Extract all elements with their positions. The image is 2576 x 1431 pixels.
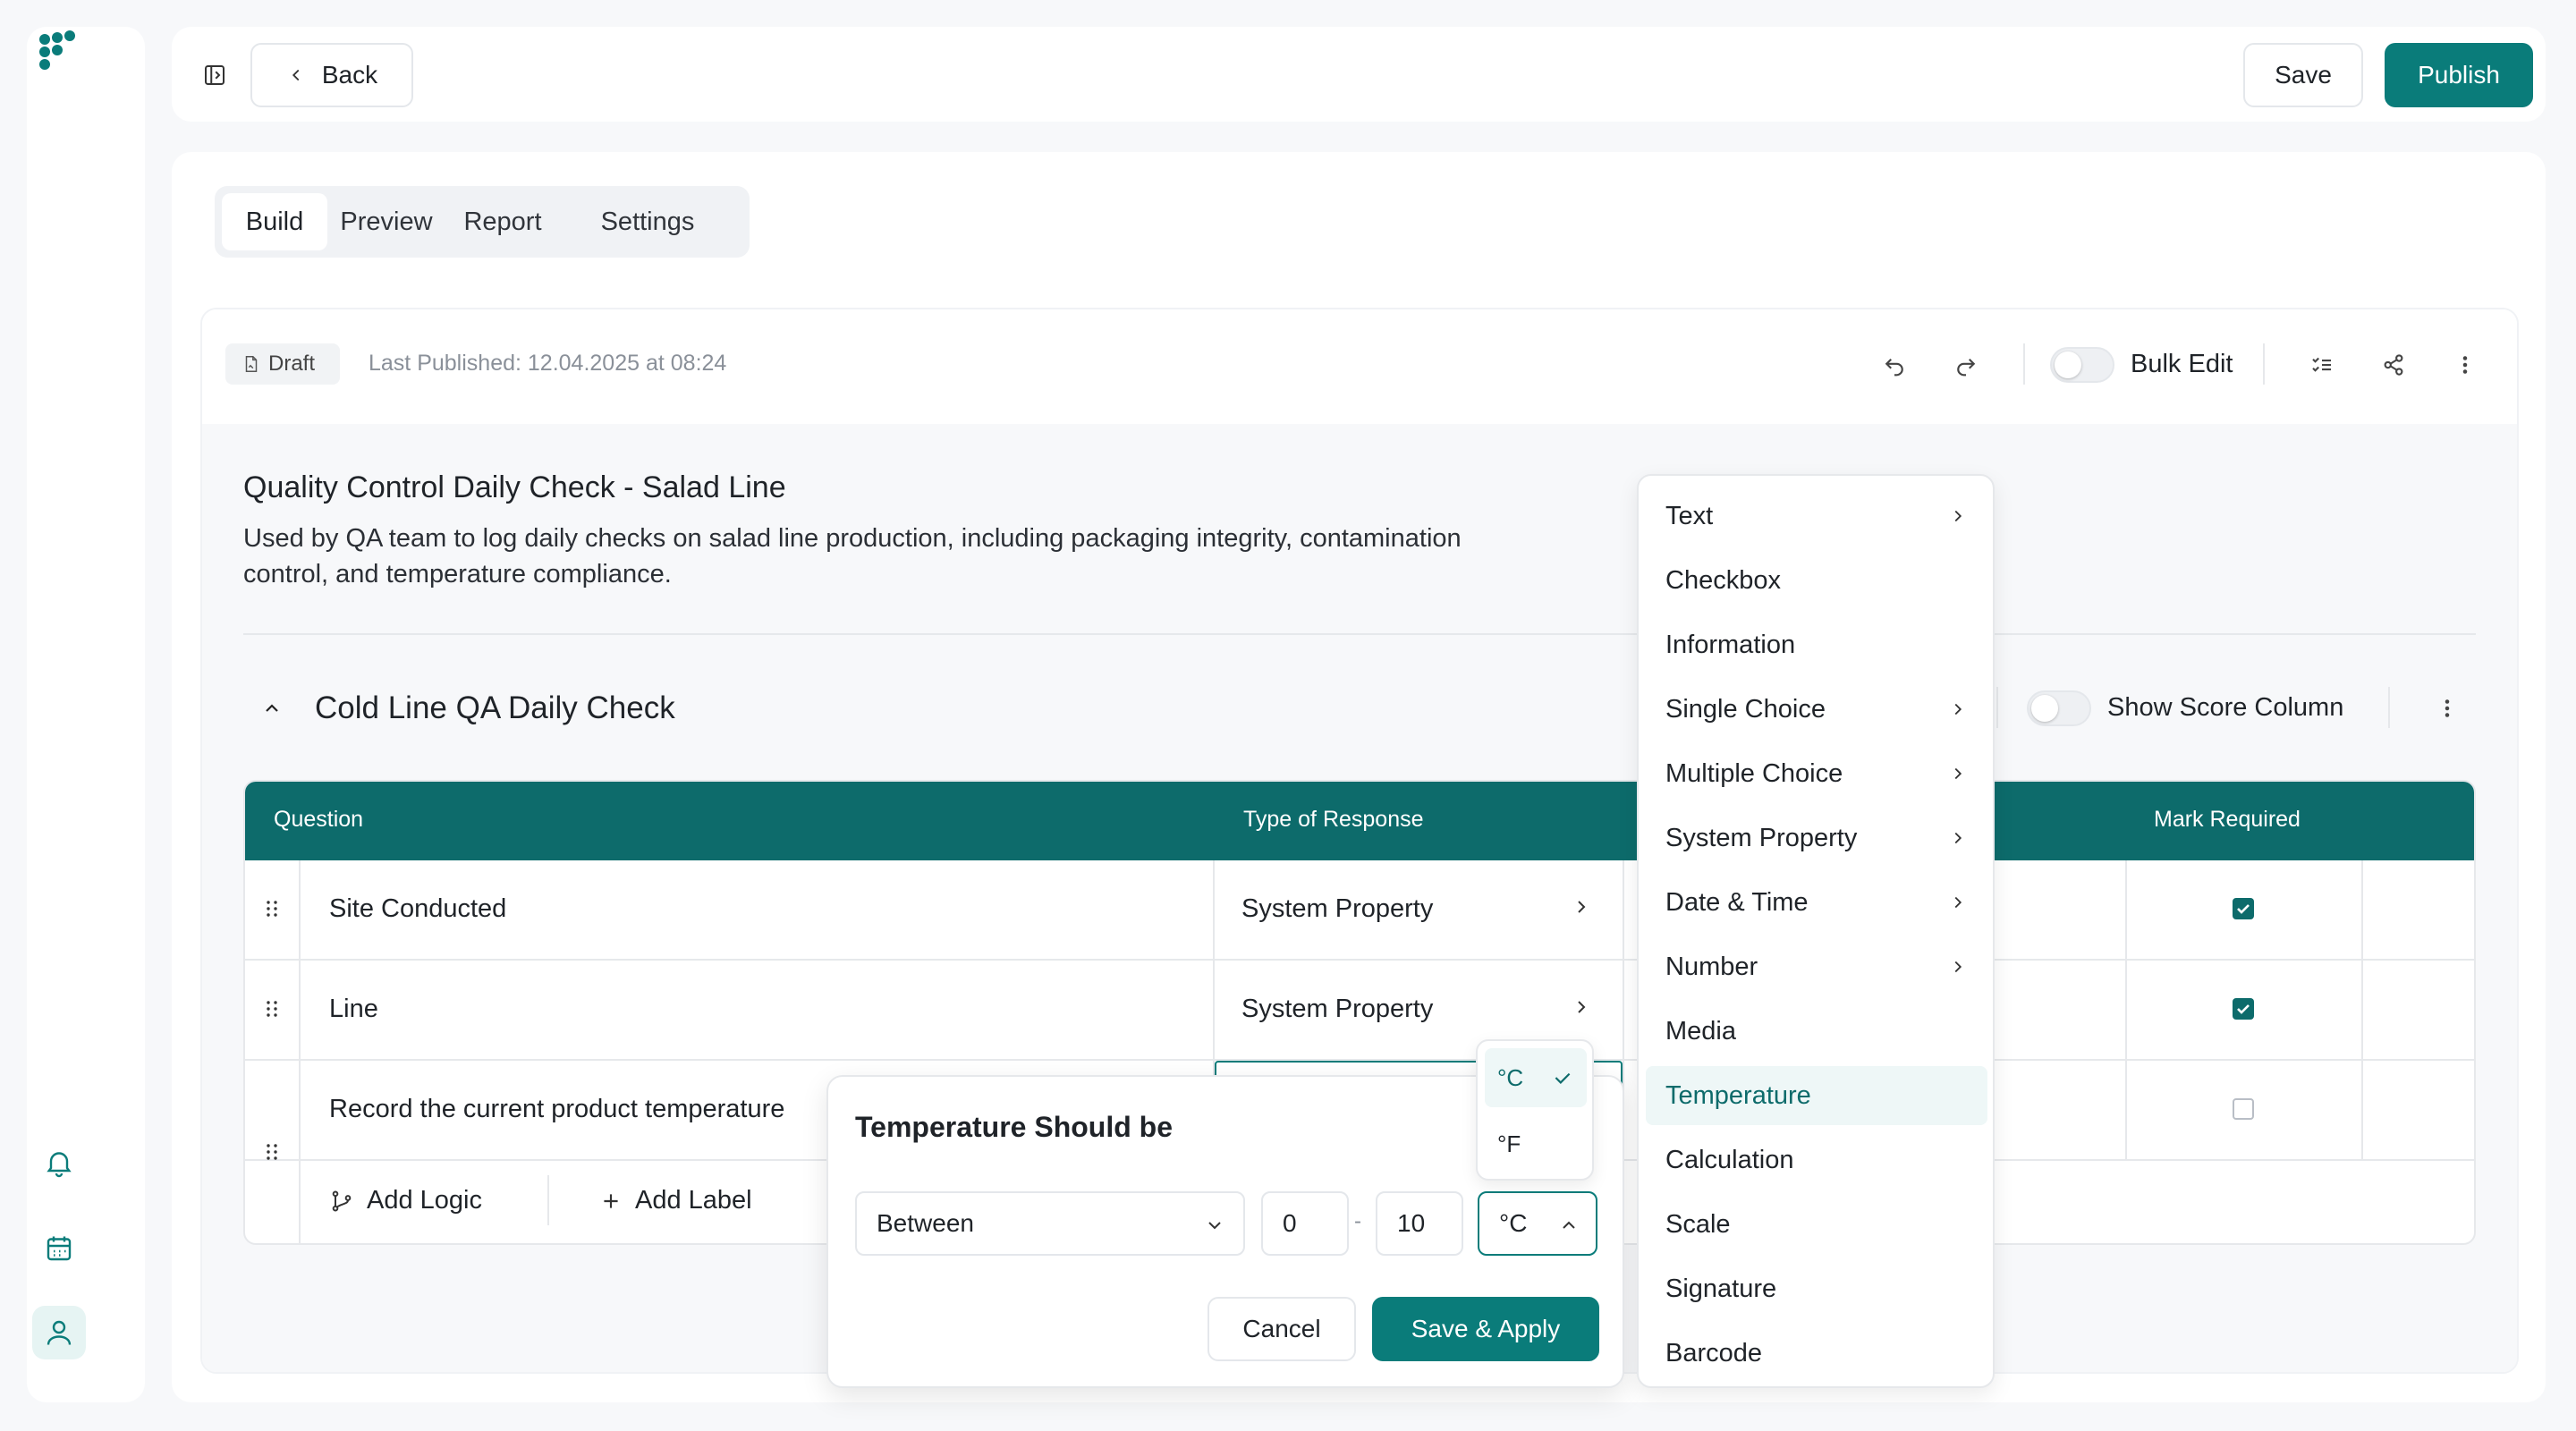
tab-preview[interactable]: Preview [333, 193, 440, 250]
divider [2023, 343, 2025, 385]
back-button[interactable]: Back [250, 43, 413, 107]
question-text[interactable]: Line [329, 995, 378, 1024]
plus-icon [604, 1193, 618, 1208]
redo-icon[interactable] [1946, 345, 1986, 385]
chevron-left-icon [292, 69, 300, 81]
drag-handle-icon[interactable] [261, 998, 283, 1020]
save-button[interactable]: Save [2243, 43, 2363, 107]
user-icon[interactable] [32, 1306, 86, 1359]
unit-dropdown: °C °F [1476, 1039, 1594, 1181]
tab-bar: Build Preview Report Settings [215, 186, 750, 258]
divider [1996, 687, 1998, 728]
status-badge: Draft [225, 343, 340, 385]
max-input[interactable]: 10 [1376, 1191, 1463, 1256]
more-vertical-icon[interactable] [2445, 345, 2485, 385]
bulk-edit-toggle[interactable] [2050, 347, 2114, 383]
header-type: Type of Response [1243, 807, 1424, 832]
save-apply-button[interactable]: Save & Apply [1372, 1297, 1599, 1361]
sidebar [27, 27, 145, 1402]
form-description-line2[interactable]: control, and temperature compliance. [243, 560, 672, 589]
menu-item-media[interactable]: Media [1646, 1002, 1987, 1061]
divider [2388, 687, 2390, 728]
header-question: Question [274, 807, 364, 832]
header-required: Mark Required [2154, 807, 2301, 832]
form-title[interactable]: Quality Control Daily Check - Salad Line [243, 470, 786, 505]
bulk-edit-label: Bulk Edit [2131, 350, 2233, 378]
show-score-toggle[interactable] [2027, 690, 2091, 726]
menu-item-checkbox[interactable]: Checkbox [1646, 551, 1987, 610]
cancel-button[interactable]: Cancel [1208, 1297, 1356, 1361]
chevron-right-icon [1954, 896, 1962, 909]
menu-item-number[interactable]: Number [1646, 937, 1987, 996]
question-text[interactable]: Record the current product temperature [329, 1095, 784, 1124]
publish-label: Publish [2418, 61, 2500, 89]
divider [243, 633, 2476, 635]
menu-item-single-choice[interactable]: Single Choice [1646, 680, 1987, 739]
add-label-button[interactable]: Add Label [599, 1186, 752, 1215]
logo-dots-icon[interactable] [32, 27, 86, 80]
chevron-right-icon [1954, 510, 1962, 522]
logic-branch-icon [332, 1190, 352, 1211]
document-icon [245, 356, 258, 372]
top-bar [172, 27, 2546, 122]
menu-item-date-time[interactable]: Date & Time [1646, 873, 1987, 932]
response-type[interactable]: System Property [1241, 995, 1433, 1024]
show-score-label: Show Score Column [2107, 693, 2344, 722]
chevron-right-icon [1954, 703, 1962, 716]
checklist-icon[interactable] [2302, 345, 2342, 385]
menu-item-text[interactable]: Text [1646, 487, 1987, 546]
required-checkbox[interactable] [2233, 998, 2254, 1020]
menu-item-system-property[interactable]: System Property [1646, 809, 1987, 868]
last-published-text: Last Published: 12.04.2025 at 08:24 [369, 351, 727, 376]
popup-title: Temperature Should be [855, 1111, 1174, 1143]
question-text[interactable]: Site Conducted [329, 894, 506, 924]
menu-item-signature[interactable]: Signature [1646, 1259, 1987, 1318]
range-separator: - [1354, 1209, 1361, 1233]
menu-item-calculation[interactable]: Calculation [1646, 1130, 1987, 1190]
unit-option-fahrenheit[interactable]: °F [1485, 1114, 1587, 1173]
response-type-menu: Text Checkbox Information Single Choice … [1637, 474, 1995, 1388]
chevron-up-icon[interactable] [252, 689, 292, 728]
chevron-right-icon[interactable] [1571, 996, 1592, 1018]
check-icon [1555, 1072, 1571, 1084]
collapse-sidebar-icon[interactable] [195, 55, 234, 95]
menu-item-multiple-choice[interactable]: Multiple Choice [1646, 744, 1987, 803]
section-title[interactable]: Cold Line QA Daily Check [315, 690, 675, 726]
chevron-right-icon[interactable] [1571, 896, 1592, 918]
required-checkbox[interactable] [2233, 1098, 2254, 1120]
tab-build[interactable]: Build [222, 193, 327, 250]
form-description-line1[interactable]: Used by QA team to log daily checks on s… [243, 524, 1462, 554]
back-label: Back [321, 61, 378, 89]
menu-item-scale[interactable]: Scale [1646, 1195, 1987, 1254]
calendar-icon[interactable] [32, 1222, 86, 1275]
response-type[interactable]: System Property [1241, 894, 1433, 924]
unit-select[interactable]: °C [1478, 1191, 1597, 1256]
undo-icon[interactable] [1875, 345, 1914, 385]
bell-icon[interactable] [32, 1136, 86, 1190]
chevron-down-icon [1208, 1222, 1221, 1230]
divider [2263, 343, 2265, 385]
table-header: Question Type of Response Mark Required [245, 782, 2474, 860]
chevron-right-icon [1954, 961, 1962, 973]
min-input[interactable]: 0 [1261, 1191, 1349, 1256]
tab-settings[interactable]: Settings [558, 193, 737, 250]
save-label: Save [2275, 61, 2332, 89]
condition-select[interactable]: Between [855, 1191, 1245, 1256]
menu-item-barcode[interactable]: Barcode [1646, 1324, 1987, 1383]
publish-button[interactable]: Publish [2385, 43, 2533, 107]
chevron-up-icon [1563, 1221, 1575, 1229]
add-logic-button[interactable]: Add Logic [329, 1186, 482, 1215]
drag-handle-icon[interactable] [261, 898, 283, 919]
status-badge-label: Draft [268, 351, 316, 376]
section-more-icon[interactable] [2428, 689, 2467, 728]
required-checkbox[interactable] [2233, 898, 2254, 919]
menu-item-temperature[interactable]: Temperature [1646, 1066, 1987, 1125]
tab-report[interactable]: Report [451, 193, 555, 250]
chevron-right-icon [1954, 832, 1962, 844]
drag-handle-icon[interactable] [261, 1141, 283, 1163]
chevron-right-icon [1954, 767, 1962, 780]
menu-item-information[interactable]: Information [1646, 615, 1987, 674]
unit-option-celsius[interactable]: °C [1485, 1048, 1587, 1107]
share-icon[interactable] [2374, 345, 2413, 385]
